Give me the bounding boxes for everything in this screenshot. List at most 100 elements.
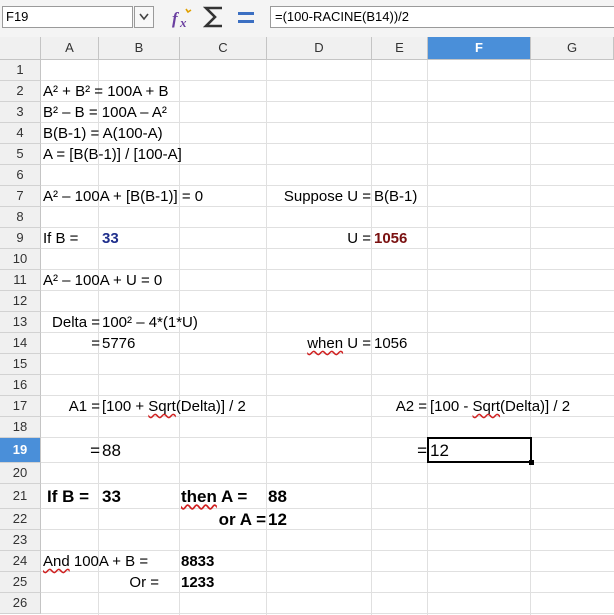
cell-b13[interactable]: 100² – 4*(1*U) [102, 312, 198, 333]
row-header-7[interactable]: 7 [0, 186, 41, 207]
column-header-a[interactable]: A [41, 37, 99, 60]
cell-d21[interactable]: 88 [268, 484, 287, 509]
grid-line-v [530, 60, 531, 615]
cell-a13[interactable]: Delta = [42, 312, 100, 333]
chevron-down-icon [139, 13, 149, 21]
row-header-10[interactable]: 10 [0, 249, 41, 270]
cell-b25[interactable]: Or = [100, 572, 159, 593]
grid-line-h [41, 508, 614, 509]
cell-a7[interactable]: A² – 100A + [B(B-1)] = 0 [43, 186, 203, 207]
row-header-15[interactable]: 15 [0, 354, 41, 375]
cell-b17-pre: [100 + [102, 398, 149, 415]
row-header-26[interactable]: 26 [0, 593, 41, 614]
row-header-3[interactable]: 3 [0, 102, 41, 123]
cell-b9[interactable]: 33 [102, 228, 119, 249]
cell-e19[interactable]: = [372, 438, 427, 463]
name-box-dropdown-button[interactable] [134, 6, 154, 28]
row-header-5[interactable]: 5 [0, 144, 41, 165]
grid-line-h [41, 374, 614, 375]
sigma-icon [202, 6, 222, 28]
cell-d22[interactable]: 12 [268, 509, 287, 530]
formula-button[interactable] [235, 6, 257, 30]
cell-a19[interactable]: = [42, 438, 100, 463]
cell-b14[interactable]: 5776 [102, 333, 135, 354]
cell-b21[interactable]: 33 [102, 484, 121, 509]
cell-d7[interactable]: Suppose U = [268, 186, 371, 207]
cell-b17-post: (Delta)] / 2 [175, 398, 246, 415]
cell-e14[interactable]: 1056 [374, 333, 407, 354]
function-wizard-button[interactable]: f x [170, 6, 194, 30]
row-header-12[interactable]: 12 [0, 291, 41, 312]
row-header-14[interactable]: 14 [0, 333, 41, 354]
spell-error-then: then [181, 487, 217, 506]
cell-f17-pre: [100 - [430, 398, 473, 415]
cell-c25[interactable]: 1233 [181, 572, 214, 593]
cell-a5[interactable]: A = [B(B-1)] / [100-A] [43, 144, 182, 165]
row-header-2[interactable]: 2 [0, 81, 41, 102]
row-header-17[interactable]: 17 [0, 396, 41, 417]
cell-cursor-f19 [427, 437, 532, 463]
sum-button[interactable] [202, 4, 226, 30]
cell-a3[interactable]: B² – B = 100A – A² [43, 102, 167, 123]
cell-e9[interactable]: 1056 [374, 228, 407, 249]
row-header-25[interactable]: 25 [0, 572, 41, 593]
equals-icon [238, 12, 254, 23]
cell-a9[interactable]: If B = [43, 228, 78, 249]
name-box[interactable]: F19 [2, 6, 133, 28]
column-header-e[interactable]: E [372, 37, 428, 60]
grid-line-h [41, 529, 614, 530]
column-header-c[interactable]: C [180, 37, 267, 60]
row-header-6[interactable]: 6 [0, 165, 41, 186]
column-header-d[interactable]: D [267, 37, 372, 60]
cell-a17[interactable]: A1 = [42, 396, 100, 417]
grid-line-h [41, 613, 614, 614]
cell-d14[interactable]: when U = [268, 333, 371, 354]
cell-c22[interactable]: or A = [180, 509, 266, 530]
cell-d9[interactable]: U = [268, 228, 371, 249]
row-header-9[interactable]: 9 [0, 228, 41, 249]
fill-handle[interactable] [529, 460, 534, 465]
spell-error-when: when [307, 335, 344, 352]
cell-a24-rest: 100A + B = [69, 553, 149, 570]
grid-line-h [41, 483, 614, 484]
row-header-21[interactable]: 21 [0, 484, 41, 509]
row-header-22[interactable]: 22 [0, 509, 41, 530]
column-header-g[interactable]: G [531, 37, 614, 60]
cell-d14-rest: U = [343, 335, 371, 352]
row-header-8[interactable]: 8 [0, 207, 41, 228]
cell-e7[interactable]: B(B-1) [374, 186, 417, 207]
svg-text:f: f [172, 9, 180, 28]
row-header-20[interactable]: 20 [0, 463, 41, 484]
fx-icon: f x [172, 8, 192, 30]
column-header-b[interactable]: B [99, 37, 180, 60]
row-header-18[interactable]: 18 [0, 417, 41, 438]
column-headers: ABCDEFG [0, 37, 614, 60]
cell-c21[interactable]: then A = [181, 484, 247, 509]
cell-a2[interactable]: A² + B² = 100A + B [43, 81, 169, 102]
svg-text:x: x [179, 15, 187, 30]
cell-a24[interactable]: And 100A + B = [43, 551, 148, 572]
cell-c24[interactable]: 8833 [181, 551, 214, 572]
cell-a4[interactable]: B(B-1) = A(100-A) [43, 123, 163, 144]
column-header-f[interactable]: F [428, 37, 531, 60]
cell-a14[interactable]: = [42, 333, 100, 354]
row-header-4[interactable]: 4 [0, 123, 41, 144]
spell-error-sqrt: Sqrt [148, 398, 176, 415]
cell-f17[interactable]: [100 - Sqrt(Delta)] / 2 [430, 396, 570, 417]
row-header-11[interactable]: 11 [0, 270, 41, 291]
row-header-13[interactable]: 13 [0, 312, 41, 333]
spreadsheet-grid: ABCDEFG 1 2 3 4 5 6 7 8 9 10 11 12 13 14 15 16 17 18 19 20 2… [0, 37, 614, 615]
row-header-19[interactable]: 19 [0, 438, 41, 463]
cell-c21-rest: A = [216, 487, 248, 506]
spell-error-and: And [43, 553, 70, 570]
cell-b19[interactable]: 88 [102, 438, 121, 463]
row-header-1[interactable]: 1 [0, 60, 41, 81]
cell-a11[interactable]: A² – 100A + U = 0 [43, 270, 162, 291]
cell-e17[interactable]: A2 = [372, 396, 427, 417]
row-header-24[interactable]: 24 [0, 551, 41, 572]
row-header-16[interactable]: 16 [0, 375, 41, 396]
formula-input[interactable]: =(100-RACINE(B14))/2 [270, 6, 614, 28]
cell-a21[interactable]: If B = [47, 484, 89, 509]
row-header-23[interactable]: 23 [0, 530, 41, 551]
cell-b17[interactable]: [100 + Sqrt(Delta)] / 2 [102, 396, 246, 417]
